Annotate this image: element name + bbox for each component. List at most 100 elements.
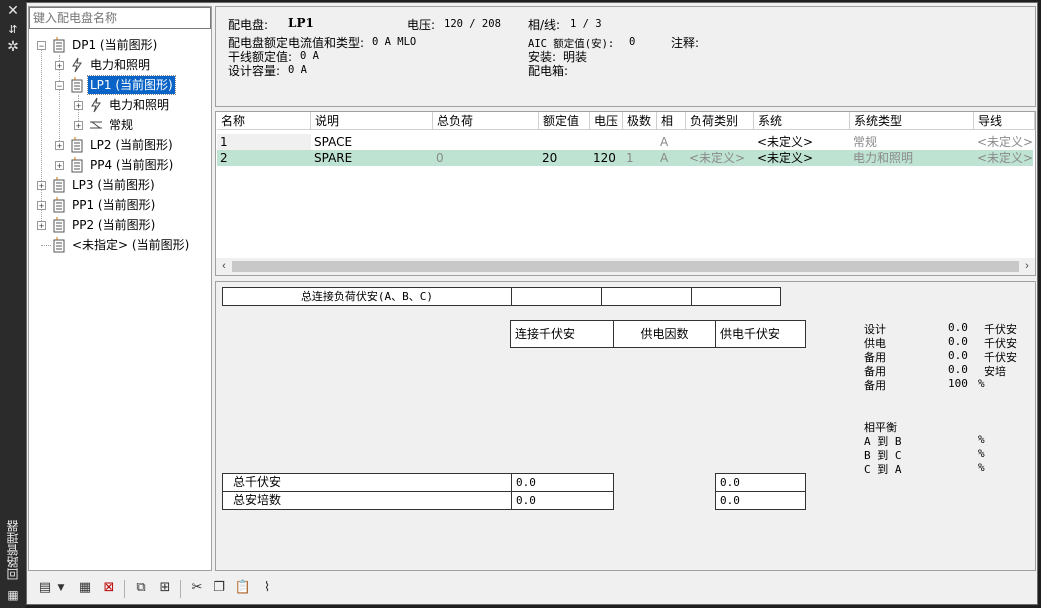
table-cell[interactable]: 120: [590, 150, 623, 166]
table-cell[interactable]: 常规: [850, 134, 974, 150]
total-amps-demand-box: 0.0: [715, 491, 806, 510]
table-cell[interactable]: <未定义>: [754, 134, 850, 150]
column-header-phase[interactable]: 相: [657, 112, 686, 130]
column-header-voltage[interactable]: 电压: [590, 112, 623, 130]
expand-toggle[interactable]: +: [55, 161, 64, 171]
feeder-value: 0 A: [300, 50, 319, 62]
design-capacity-label: 设计容量:: [228, 64, 281, 78]
tree-node-pp2[interactable]: PP2 (当前图形): [70, 216, 157, 234]
scrollbar-thumb[interactable]: [232, 261, 1019, 272]
table-cell[interactable]: 1: [623, 150, 657, 166]
stat-label: 备用: [864, 379, 886, 392]
voltage-label: 电压:: [407, 18, 436, 32]
tree-node-pp1[interactable]: PP1 (当前图形): [70, 196, 157, 214]
kva-header-row: 连接千伏安 供电因数 供电千伏安: [510, 320, 806, 348]
palette-menu-icon[interactable]: ▦: [5, 588, 21, 602]
expand-toggle[interactable]: +: [74, 101, 83, 111]
panel-search-input[interactable]: [29, 7, 211, 29]
add-panel-icon[interactable]: ▦: [76, 579, 94, 597]
table-cell[interactable]: A: [657, 150, 686, 166]
tree-node-lp1[interactable]: LP1 (当前图形): [87, 75, 176, 95]
table-cell[interactable]: 1: [217, 134, 311, 150]
power-lighting-icon: [72, 57, 82, 73]
tree-node-lp3[interactable]: LP3 (当前图形): [70, 176, 157, 194]
auto-hide-icon[interactable]: ⇵: [5, 23, 21, 37]
demand-factor-header: 供电因数: [614, 321, 716, 347]
table-cell[interactable]: 电力和照明: [850, 150, 974, 166]
tree-node-power-lighting[interactable]: 电力和照明: [88, 56, 152, 74]
expand-toggle[interactable]: +: [37, 181, 46, 191]
aic-value: 0: [629, 36, 636, 48]
copy-icon[interactable]: ❐: [210, 579, 228, 597]
total-kva-row: 总千伏安 0.0: [222, 473, 614, 492]
panel-icon: [53, 177, 65, 193]
column-header-wire[interactable]: 导线: [974, 112, 1035, 130]
tree-node-dp1[interactable]: DP1 (当前图形): [70, 36, 159, 54]
copy-panel-icon[interactable]: ⧉: [132, 579, 150, 597]
panel-icon: [53, 217, 65, 233]
column-header-system-type[interactable]: 系统类型: [850, 112, 974, 130]
expand-toggle[interactable]: −: [37, 41, 46, 51]
table-cell[interactable]: <未定义>: [974, 134, 1035, 150]
expand-toggle[interactable]: +: [74, 121, 83, 131]
table-cell[interactable]: SPARE: [311, 150, 433, 166]
panel-label: 配电盘:: [228, 18, 269, 32]
column-header-load-category[interactable]: 负荷类别: [686, 112, 754, 130]
table-cell[interactable]: 0: [433, 150, 539, 166]
balance-unit: %: [978, 461, 985, 474]
panel-icon: [71, 137, 83, 153]
total-amps-connected: 0.0: [516, 494, 536, 507]
properties-gear-icon[interactable]: ✲: [5, 40, 21, 54]
dropdown-arrow-icon[interactable]: ▼: [56, 579, 66, 597]
column-header-description[interactable]: 说明: [311, 112, 433, 130]
total-amps-demand: 0.0: [720, 494, 740, 507]
balance-unit: %: [978, 447, 985, 460]
scroll-right-icon[interactable]: ›: [1020, 259, 1034, 273]
column-header-poles[interactable]: 极数: [623, 112, 657, 130]
paste-panel-icon[interactable]: ⊞: [156, 579, 174, 597]
column-header-total-load[interactable]: 总负荷: [433, 112, 539, 130]
table-cell[interactable]: 2: [217, 150, 311, 166]
table-cell[interactable]: <未定义>: [974, 150, 1035, 166]
new-panel-icon[interactable]: ▤: [36, 579, 54, 597]
power-lighting-icon: [91, 97, 101, 113]
circuit-grid: 名称 说明 总负荷 额定值 电压 极数 相 负荷类别 系统 系统类型 导线 1 …: [215, 111, 1036, 276]
tree-node-general[interactable]: 常规: [107, 116, 135, 134]
voltage-value: 120 / 208: [444, 18, 501, 30]
expand-toggle[interactable]: +: [37, 221, 46, 231]
tree-node-power-lighting[interactable]: 电力和照明: [107, 96, 171, 114]
delete-panel-icon[interactable]: ⊠: [100, 579, 118, 597]
match-properties-icon[interactable]: ⌇: [258, 579, 276, 597]
scroll-left-icon[interactable]: ‹: [217, 259, 231, 273]
total-kva-demand: 0.0: [720, 476, 740, 489]
balance-label: C 到 A: [864, 463, 902, 476]
tree-node-pp4[interactable]: PP4 (当前图形): [88, 156, 175, 174]
table-cell[interactable]: <未定义>: [686, 150, 754, 166]
stat-value: 0.0: [948, 349, 968, 362]
table-cell[interactable]: A: [657, 134, 686, 150]
table-cell[interactable]: SPACE: [311, 134, 433, 150]
table-cell[interactable]: 20: [539, 150, 590, 166]
tree-node-unassigned[interactable]: <未指定> (当前图形): [70, 236, 191, 254]
panel-icon: [53, 37, 65, 53]
tree-node-lp2[interactable]: LP2 (当前图形): [88, 136, 175, 154]
cut-icon[interactable]: ✂: [188, 579, 206, 597]
expand-toggle[interactable]: +: [55, 141, 64, 151]
column-header-system[interactable]: 系统: [754, 112, 850, 130]
panel-icon: [53, 197, 65, 213]
phase-value: 1 / 3: [570, 18, 602, 30]
phase-b-cell: [602, 288, 692, 305]
expand-toggle[interactable]: +: [55, 61, 64, 71]
horizontal-scrollbar[interactable]: ‹ ›: [216, 258, 1035, 275]
expand-toggle[interactable]: +: [37, 201, 46, 211]
palette-title: 回路管理器: [6, 520, 20, 580]
column-header-name[interactable]: 名称: [217, 112, 311, 130]
column-header-rating[interactable]: 额定值: [539, 112, 590, 130]
paste-icon[interactable]: 📋: [234, 579, 252, 597]
expand-toggle[interactable]: −: [55, 81, 64, 91]
design-capacity-value: 0 A: [288, 64, 307, 76]
panel-icon: [53, 237, 65, 253]
close-icon[interactable]: ✕: [5, 4, 21, 18]
table-cell[interactable]: <未定义>: [754, 150, 850, 166]
panel-icon: [71, 77, 83, 93]
